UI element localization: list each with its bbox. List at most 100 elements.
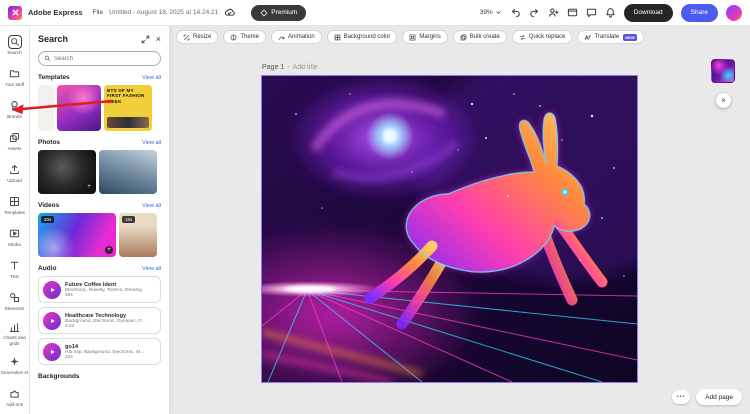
chart-bars-icon — [8, 320, 22, 334]
audio-item[interactable]: Future Coffee Ident Electronic, Novelty,… — [38, 276, 161, 303]
audio-view-all-link[interactable]: View all — [142, 266, 161, 272]
add-title-placeholder[interactable]: Add title — [293, 64, 318, 71]
sidebar-item-elements[interactable]: Elements — [0, 285, 30, 317]
video-thumbnail[interactable]: 20s + — [38, 213, 116, 257]
margins-icon — [409, 34, 416, 41]
panel-title: Search — [38, 34, 135, 44]
backgrounds-heading: Backgrounds — [38, 373, 80, 380]
audio-play-icon[interactable] — [43, 281, 61, 299]
page-label: Page 1-Add title — [262, 64, 318, 71]
resize-button[interactable]: Resize — [176, 30, 218, 44]
bulk-create-button[interactable]: Bulk create — [453, 30, 507, 44]
new-badge: NEW — [623, 34, 636, 41]
quick-replace-button[interactable]: Quick replace — [512, 30, 573, 44]
close-panel-icon[interactable]: × — [156, 35, 161, 44]
chevron-down-icon — [495, 9, 502, 16]
photos-row: + — [38, 150, 161, 194]
audio-item[interactable]: Healthcare Technology Background, Electr… — [38, 307, 161, 334]
cloud-sync-icon[interactable] — [224, 7, 235, 18]
file-menu[interactable]: File — [93, 9, 103, 16]
left-rail: Search Your stuff Brands Assets Upload — [0, 26, 30, 414]
adobe-express-logo[interactable] — [8, 6, 22, 20]
template-thumbnail[interactable] — [57, 85, 101, 131]
expand-panel-icon[interactable] — [141, 35, 150, 44]
search-input-wrapper — [38, 51, 161, 66]
add-page-button[interactable]: Add page — [696, 389, 742, 405]
assets-layers-icon — [8, 131, 22, 145]
zoom-level[interactable]: 39% — [480, 9, 502, 16]
share-button[interactable]: Share — [681, 4, 718, 22]
document-title[interactable]: Untitled - August 18, 2025 at 14.24.21 — [109, 9, 218, 16]
sidebar-item-generative-ai[interactable]: Generative AI — [0, 349, 30, 381]
photos-heading: Photos — [38, 139, 60, 146]
templates-grid-icon — [8, 195, 22, 209]
search-input[interactable] — [54, 56, 155, 62]
animation-icon — [278, 34, 285, 41]
more-options-button[interactable]: ••• — [672, 390, 690, 404]
page-number-label: Page 1 — [262, 64, 284, 71]
add-icon[interactable]: + — [85, 183, 93, 191]
neon-rabbit-artwork — [262, 76, 637, 382]
resize-icon — [183, 34, 190, 41]
video-thumbnail[interactable]: 15s — [119, 213, 157, 257]
canvas-page[interactable] — [262, 76, 637, 382]
sidebar-item-your-stuff[interactable]: Your stuff — [0, 61, 30, 93]
templates-view-all-link[interactable]: View all — [142, 75, 161, 81]
sidebar-item-text[interactable]: Text — [0, 253, 30, 285]
sidebar-item-charts-and-grids[interactable]: Charts and grids — [0, 317, 30, 349]
translate-button[interactable]: Translate NEW — [577, 30, 643, 44]
text-icon — [8, 259, 22, 273]
photo-thumbnail[interactable] — [99, 150, 157, 194]
videos-view-all-link[interactable]: View all — [142, 203, 161, 209]
video-duration-badge: 15s — [122, 216, 135, 223]
upload-icon — [8, 163, 22, 177]
app-window-icon[interactable] — [567, 7, 578, 18]
media-play-icon — [8, 227, 22, 241]
background-color-button[interactable]: Background color — [327, 30, 398, 44]
photos-view-all-link[interactable]: View all — [142, 140, 161, 146]
bulk-create-icon — [460, 34, 467, 41]
puzzle-icon — [8, 387, 22, 401]
redo-icon[interactable] — [529, 7, 540, 18]
template-thumbnail[interactable]: BTS OF MY FIRST FASHION WEEK — [104, 85, 152, 131]
sparkle-icon — [8, 355, 22, 369]
margins-button[interactable]: Margins — [402, 30, 447, 44]
sidebar-item-upload[interactable]: Upload — [0, 157, 30, 189]
document-toolbar: Resize Theme Animation Background color … — [176, 30, 644, 44]
sidebar-item-add-ons[interactable]: Add-ons — [0, 381, 30, 413]
audio-play-icon[interactable] — [43, 312, 61, 330]
undo-icon[interactable] — [510, 7, 521, 18]
invite-person-icon[interactable] — [548, 7, 559, 18]
sidebar-item-brands[interactable]: Brands — [0, 93, 30, 125]
adobe-express-app: Adobe Express File Untitled - August 18,… — [0, 0, 750, 414]
photo-thumbnail[interactable]: + — [38, 150, 96, 194]
sidebar-item-templates[interactable]: Templates — [0, 189, 30, 221]
audio-play-icon[interactable] — [43, 343, 61, 361]
avatar[interactable] — [726, 5, 742, 21]
download-button[interactable]: Download — [624, 4, 673, 22]
templates-heading: Templates — [38, 74, 70, 81]
bottom-actions: ••• Add page — [672, 389, 742, 405]
close-icon[interactable]: × — [716, 93, 731, 108]
animation-button[interactable]: Animation — [271, 30, 322, 44]
video-duration-badge: 20s — [41, 216, 54, 223]
premium-button[interactable]: Premium — [251, 5, 306, 21]
theme-button[interactable]: Theme — [223, 30, 266, 44]
comment-icon[interactable] — [586, 7, 597, 18]
theme-palette-icon — [230, 34, 237, 41]
quick-replace-icon — [519, 34, 526, 41]
template-photo-strip — [107, 117, 149, 128]
sidebar-item-search[interactable]: Search — [0, 29, 30, 61]
add-icon[interactable]: + — [105, 246, 113, 254]
search-icon — [44, 55, 51, 62]
app-title: Adobe Express — [28, 8, 83, 17]
template-thumbnail[interactable] — [38, 85, 54, 131]
page-thumbnail[interactable] — [711, 59, 735, 83]
audio-item[interactable]: go14 Hip hop, Background, Electronic, M.… — [38, 338, 161, 365]
search-panel: Search × Templates View all BTS OF MY FI… — [30, 26, 170, 414]
translate-icon — [584, 34, 591, 41]
sidebar-item-media[interactable]: Media — [0, 221, 30, 253]
sidebar-item-assets[interactable]: Assets — [0, 125, 30, 157]
bell-icon[interactable] — [605, 7, 616, 18]
topbar: Adobe Express File Untitled - August 18,… — [0, 0, 750, 26]
